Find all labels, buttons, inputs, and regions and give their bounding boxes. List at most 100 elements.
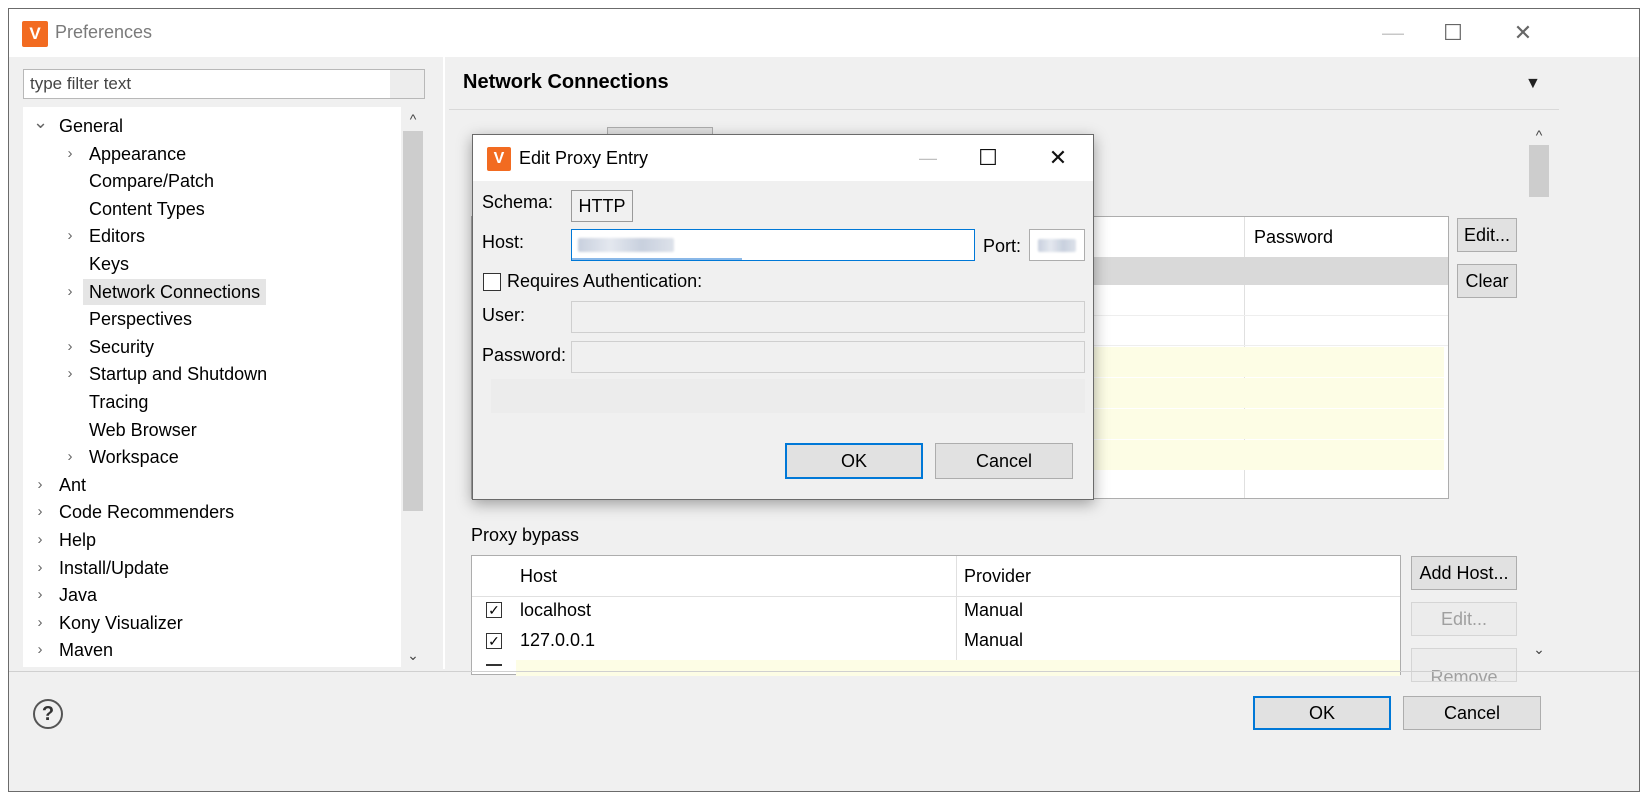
footer-ok-button[interactable]: OK (1253, 696, 1391, 730)
tree-item-label: Startup and Shutdown (89, 364, 268, 385)
dialog-close-button[interactable]: ✕ (1033, 143, 1083, 173)
port-label: Port: (983, 236, 1022, 256)
password-input[interactable] (571, 341, 1085, 373)
chevron-right-icon[interactable]: › (33, 665, 47, 667)
tree-item-label: Editors (89, 226, 146, 247)
tree-item[interactable]: › Workspace (23, 444, 399, 470)
tree-item-label: Code Recommenders (59, 502, 235, 523)
page-scroll-up-icon[interactable]: ^ (1527, 125, 1551, 145)
tree-item-label: Web Browser (89, 419, 197, 440)
dialog-maximize-button[interactable]: ☐ (963, 143, 1013, 173)
tree-item[interactable]: Tracing (23, 389, 399, 415)
chevron-right-icon[interactable]: › (33, 610, 47, 636)
tree-item[interactable]: › Appearance (23, 141, 399, 167)
page-scrollbar[interactable]: ^ ⌄ (1527, 119, 1551, 667)
tree-item[interactable]: › Code Recommenders (23, 499, 399, 525)
help-icon[interactable]: ? (33, 699, 63, 729)
tree-scrollbar[interactable]: ^ ⌄ (401, 107, 425, 667)
close-button[interactable]: ✕ (1493, 15, 1553, 51)
chevron-down-icon[interactable]: ⌄ (33, 109, 48, 135)
chevron-right-icon[interactable]: › (33, 472, 47, 498)
tree-item[interactable]: Compare/Patch (23, 168, 399, 194)
pane-divider[interactable] (443, 57, 445, 669)
maximize-button[interactable]: ☐ (1423, 15, 1483, 51)
requires-auth-label: Requires Authentication: (507, 271, 703, 291)
chevron-right-icon[interactable]: › (63, 334, 77, 360)
tree-item[interactable]: › Kony Visualizer (23, 610, 399, 636)
tree-item[interactable]: Content Types (23, 196, 399, 222)
tree-item[interactable]: › Mylyn (23, 665, 399, 667)
password-label: Password: (482, 345, 567, 365)
tree-item[interactable]: Web Browser (23, 417, 399, 443)
tree-item[interactable]: Keys (23, 251, 399, 277)
dialog-message-area (491, 379, 1085, 413)
chevron-right-icon[interactable]: › (63, 444, 77, 470)
chevron-right-icon[interactable]: › (33, 555, 47, 581)
bypass-row-host: localhost (520, 600, 592, 620)
port-input[interactable] (1029, 229, 1085, 261)
tree-item-label: Perspectives (89, 309, 193, 330)
bypass-row-checkbox-partial[interactable] (486, 664, 502, 666)
add-host-button[interactable]: Add Host... (1411, 556, 1517, 590)
page-title: Network Connections (463, 71, 669, 93)
filter-input[interactable]: type filter text (23, 69, 425, 99)
footer-cancel-button[interactable]: Cancel (1403, 696, 1541, 730)
tree-item[interactable]: › Startup and Shutdown (23, 361, 399, 387)
user-label: User: (482, 305, 526, 325)
chevron-right-icon[interactable]: › (33, 527, 47, 553)
chevron-right-icon[interactable]: › (63, 141, 77, 167)
tree-scroll-down-icon[interactable]: ⌄ (401, 645, 425, 665)
tree-scroll-thumb[interactable] (403, 131, 423, 511)
proxy-clear-button[interactable]: Clear (1457, 264, 1517, 298)
dialog-cancel-button[interactable]: Cancel (935, 443, 1073, 479)
bypass-edit-button[interactable]: Edit... (1411, 602, 1517, 636)
chevron-right-icon[interactable]: › (33, 499, 47, 525)
dialog-titlebar: V Edit Proxy Entry — ☐ ✕ (473, 135, 1093, 181)
chevron-right-icon[interactable]: › (33, 582, 47, 608)
proxy-bypass-table[interactable]: Host Provider ✓ localhost Manual ✓ 127.0… (471, 555, 1401, 676)
dialog-ok-button[interactable]: OK (785, 443, 923, 479)
minimize-button[interactable]: — (1363, 15, 1423, 51)
schema-value: HTTP (571, 190, 633, 222)
column-divider (956, 556, 957, 676)
tree-item[interactable]: › Editors (23, 223, 399, 249)
page-scroll-down-icon[interactable]: ⌄ (1527, 639, 1551, 659)
tree-item[interactable]: › Ant (23, 472, 399, 498)
tree-item[interactable]: › Help (23, 527, 399, 553)
tree-item[interactable]: › Install/Update (23, 555, 399, 581)
chevron-right-icon[interactable]: › (33, 637, 47, 663)
view-menu-icon[interactable]: ▼ (1525, 75, 1541, 93)
tree-item[interactable]: ⌄ General (23, 112, 399, 139)
bypass-host-header[interactable]: Host (520, 566, 557, 587)
filter-clear-icon[interactable] (390, 70, 424, 98)
port-value-redacted (1038, 239, 1076, 252)
dialog-minimize-button[interactable]: — (903, 143, 953, 173)
proxy-edit-button[interactable]: Edit... (1457, 218, 1517, 252)
preferences-tree[interactable]: ⌄ General › Appearance Compare/Patch Content … (23, 107, 425, 667)
host-selection-highlight (572, 258, 742, 260)
bypass-remove-button[interactable]: Remove (1411, 648, 1517, 682)
user-input[interactable] (571, 301, 1085, 333)
tree-item-label: Security (89, 336, 155, 357)
tree-item-label: Compare/Patch (89, 171, 215, 192)
requires-auth-checkbox[interactable] (483, 273, 501, 291)
host-input[interactable] (571, 229, 975, 261)
tree-scroll-up-icon[interactable]: ^ (401, 109, 425, 129)
tree-item-label: Network Connections (83, 278, 267, 305)
tree-item[interactable]: › Security (23, 334, 399, 360)
window-titlebar: V Preferences — ☐ ✕ (9, 9, 1639, 57)
chevron-right-icon[interactable]: › (63, 279, 77, 305)
bypass-row-checkbox[interactable]: ✓ (486, 602, 502, 618)
password-column-header[interactable]: Password (1254, 227, 1333, 248)
page-scroll-thumb[interactable] (1529, 145, 1549, 197)
tree-item[interactable]: › Maven (23, 637, 399, 663)
tree-item[interactable]: › Network Connections (23, 278, 399, 305)
bypass-new-row[interactable] (516, 660, 1400, 676)
tree-item[interactable]: Perspectives (23, 306, 399, 332)
bypass-provider-header[interactable]: Provider (964, 566, 1031, 587)
tree-item[interactable]: › Java (23, 582, 399, 608)
chevron-right-icon[interactable]: › (63, 361, 77, 387)
tree-item-label: Java (59, 585, 98, 606)
bypass-row-checkbox[interactable]: ✓ (486, 633, 502, 649)
chevron-right-icon[interactable]: › (63, 223, 77, 249)
